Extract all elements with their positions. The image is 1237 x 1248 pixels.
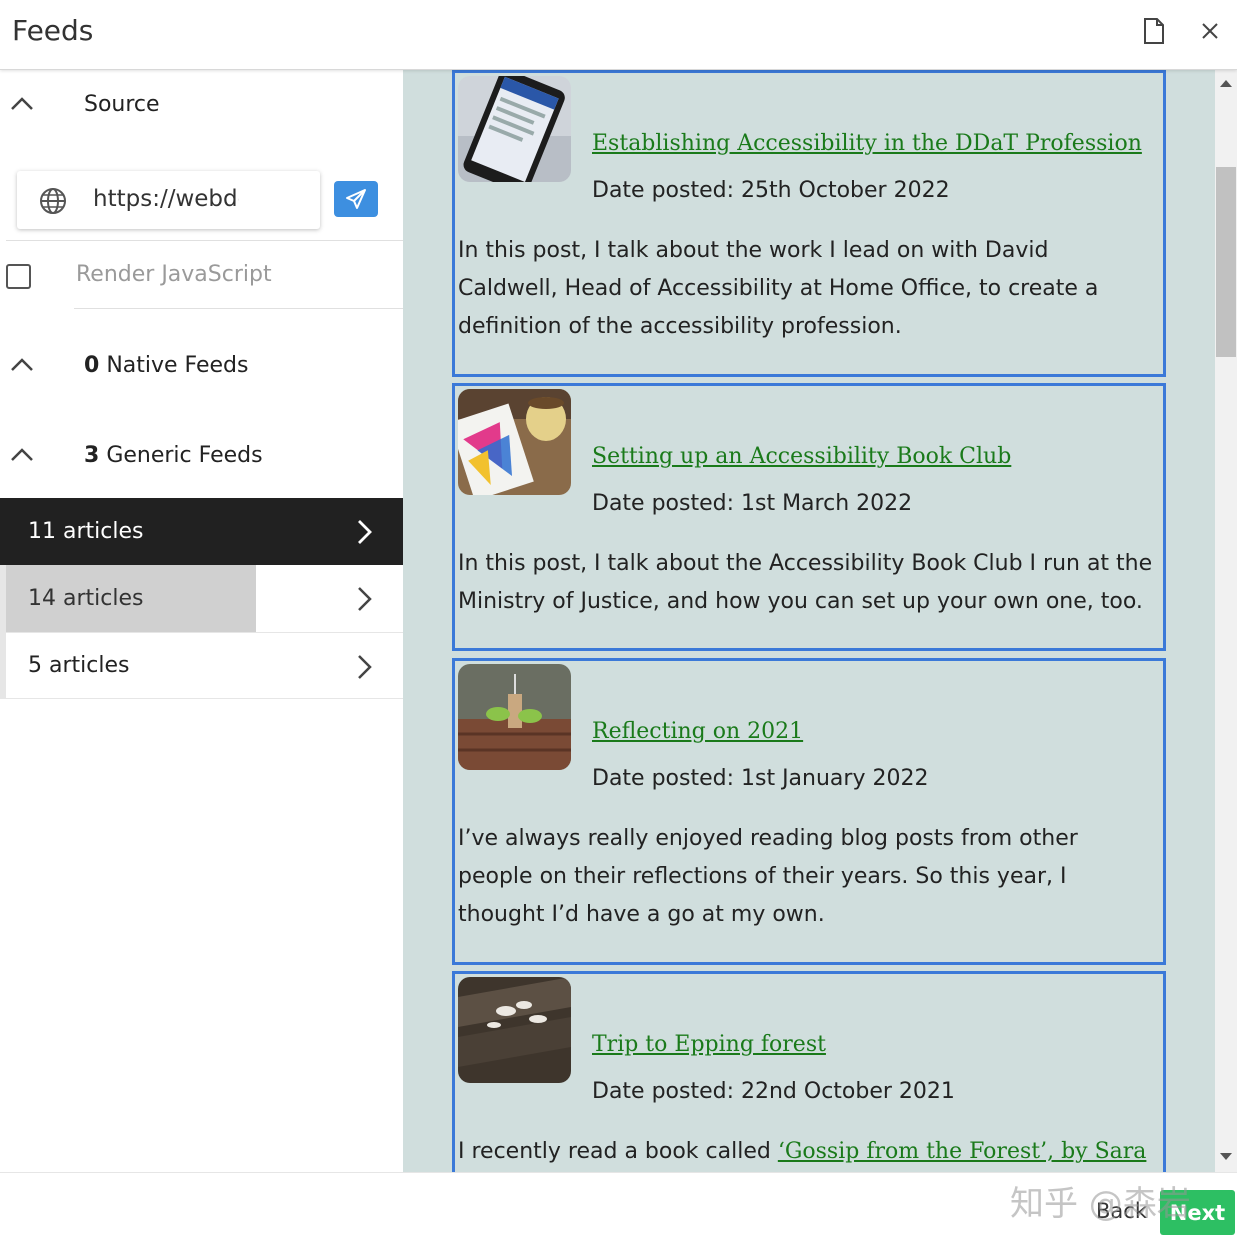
native-feeds-count: 0: [84, 352, 100, 378]
feed-item-label: 11 articles: [28, 519, 144, 544]
article-date: Date posted: 22nd October 2021: [592, 1079, 955, 1104]
article-thumbnail: [458, 389, 571, 495]
article-card: Establishing Accessibility in the DDaT P…: [452, 70, 1166, 377]
feed-item-label: 5 articles: [28, 653, 130, 678]
article-card: Reflecting on 2021 Date posted: 1st Janu…: [452, 658, 1166, 965]
generic-feeds-toggle[interactable]: 3 Generic Feeds: [0, 425, 403, 485]
chevron-right-icon: [358, 520, 372, 544]
generic-feeds-label: 3 Generic Feeds: [84, 443, 263, 468]
scrollbar[interactable]: [1215, 70, 1237, 1172]
article-thumbnail: [458, 664, 571, 770]
dialog-title: Feeds: [12, 14, 94, 47]
chevron-up-icon: [11, 358, 33, 371]
article-card: Setting up an Accessibility Book Club Da…: [452, 383, 1166, 651]
article-date: Date posted: 1st March 2022: [592, 491, 913, 516]
article-description: I recently read a book called ‘Gossip fr…: [458, 1133, 1155, 1171]
generic-feeds-count: 3: [84, 442, 100, 468]
render-js-row[interactable]: Render JavaScript: [0, 250, 403, 310]
url-field[interactable]: https://webde: [17, 171, 320, 229]
book-link[interactable]: ‘Gossip from the Forest’, by Sara: [778, 1139, 1147, 1164]
close-icon[interactable]: [1197, 17, 1223, 45]
watermark: 知乎 @森岩: [1010, 1184, 1191, 1224]
scroll-up-arrow-icon[interactable]: [1220, 80, 1232, 87]
chevron-up-icon: [11, 97, 33, 110]
feed-preview: Establishing Accessibility in the DDaT P…: [403, 70, 1215, 1172]
article-description: In this post, I talk about the work I le…: [458, 238, 1099, 339]
scroll-down-arrow-icon[interactable]: [1220, 1153, 1232, 1160]
article-title-link[interactable]: Setting up an Accessibility Book Club: [592, 444, 1011, 469]
article-thumbnail: [458, 76, 571, 182]
render-js-label: Render JavaScript: [76, 262, 272, 287]
article-date: Date posted: 1st January 2022: [592, 766, 929, 791]
native-feeds-toggle[interactable]: 0 Native Feeds: [0, 335, 403, 395]
globe-icon: [40, 188, 66, 214]
article-thumbnail: [458, 977, 571, 1083]
article-description-text: I recently read a book called: [458, 1139, 778, 1164]
article-title-link[interactable]: Establishing Accessibility in the DDaT P…: [592, 131, 1142, 156]
generic-feeds-text: Generic Feeds: [106, 442, 263, 468]
divider: [74, 308, 403, 309]
dialog-header: Feeds: [0, 0, 1237, 70]
url-input[interactable]: https://webde: [93, 186, 239, 212]
native-feeds-text: Native Feeds: [106, 352, 249, 378]
feed-item-14-articles[interactable]: 14 articles: [0, 565, 403, 632]
send-icon: [346, 189, 366, 209]
feed-item-11-articles[interactable]: 11 articles: [0, 498, 403, 565]
chevron-right-icon: [358, 655, 372, 679]
render-js-checkbox[interactable]: [6, 264, 31, 289]
divider: [6, 240, 403, 241]
article-card: Trip to Epping forest Date posted: 22nd …: [452, 971, 1166, 1172]
chevron-up-icon: [11, 448, 33, 461]
article-date: Date posted: 25th October 2022: [592, 178, 950, 203]
source-section-toggle[interactable]: Source: [0, 74, 403, 134]
sidebar: Source https://webde Render JavaScript 0…: [0, 70, 403, 1172]
article-title-link[interactable]: Reflecting on 2021: [592, 719, 803, 744]
article-description: In this post, I talk about the Accessibi…: [458, 551, 1153, 614]
scrollbar-thumb[interactable]: [1216, 167, 1236, 357]
source-label: Source: [84, 91, 160, 117]
chevron-right-icon: [358, 587, 372, 611]
article-title-link[interactable]: Trip to Epping forest: [592, 1032, 826, 1057]
document-icon[interactable]: [1141, 17, 1167, 45]
feed-item-label: 14 articles: [28, 586, 144, 611]
article-description: I’ve always really enjoyed reading blog …: [458, 826, 1078, 927]
native-feeds-label: 0 Native Feeds: [84, 353, 249, 378]
feed-item-5-articles[interactable]: 5 articles: [0, 632, 403, 699]
send-button[interactable]: [334, 181, 378, 217]
